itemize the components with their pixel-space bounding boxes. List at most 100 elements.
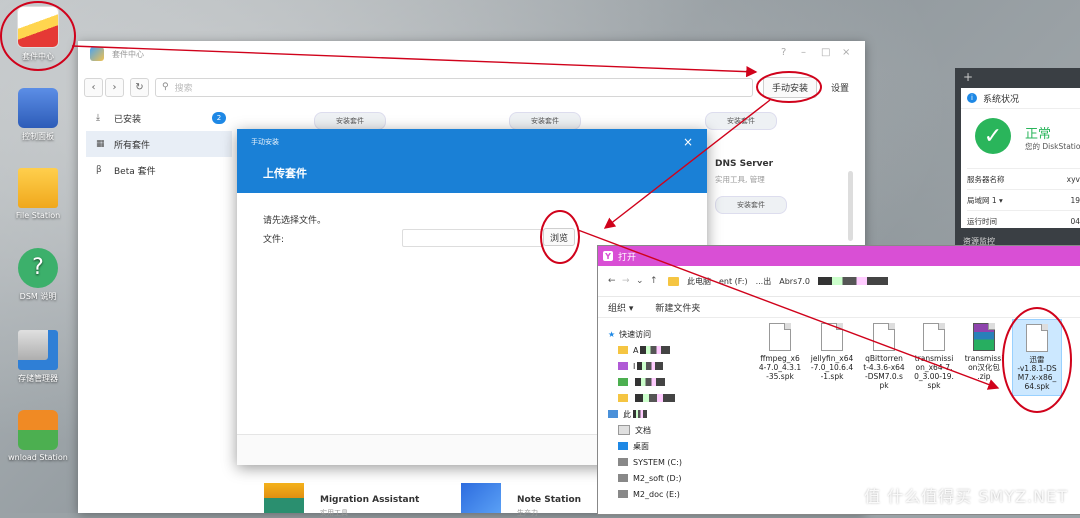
search-icon: ⚲ bbox=[162, 82, 169, 92]
tree-item-pinned[interactable] bbox=[608, 374, 748, 390]
refresh-button[interactable]: ↻ bbox=[130, 77, 149, 97]
new-folder-button[interactable]: 新建文件夹 bbox=[655, 301, 700, 314]
folder-icon bbox=[18, 168, 58, 208]
status-rows: 服务器名称 xyv 局域网 1 ▾ 19 运行时间 04 bbox=[967, 168, 1080, 231]
tree-item-pinned[interactable]: A bbox=[608, 342, 748, 358]
help-button[interactable]: ? bbox=[781, 47, 786, 58]
tree-item-drive-d[interactable]: M2_soft (D:) bbox=[608, 470, 748, 486]
drive-icon bbox=[618, 474, 628, 482]
row-value: 04 bbox=[1070, 216, 1080, 226]
file-item[interactable]: ffmpeg_x6 4-7.0_4.3.1 -35.spk bbox=[758, 323, 802, 381]
sidebar-item-label: 已安装 bbox=[114, 114, 142, 125]
sidebar-item-installed[interactable]: ⤓ 已安装 2 bbox=[86, 105, 232, 131]
redacted-text bbox=[640, 346, 671, 354]
install-package-button[interactable]: 安装套件 bbox=[715, 196, 787, 214]
tree-item-pinned[interactable] bbox=[608, 390, 748, 406]
back-arrow-icon[interactable]: ← bbox=[608, 276, 622, 286]
sidebar-item-all-packages[interactable]: ▦ 所有套件 bbox=[86, 131, 232, 157]
scrollbar[interactable] bbox=[848, 171, 853, 241]
browse-button[interactable]: 浏览 bbox=[543, 228, 576, 246]
desktop-icon-label: File Station bbox=[15, 211, 61, 220]
maximize-button[interactable]: □ bbox=[821, 47, 830, 58]
desktop-icon-download-station[interactable]: wnload Station bbox=[0, 410, 76, 462]
package-name: Migration Assistant bbox=[320, 495, 420, 505]
toolbar: ‹ › ↻ ⚲ 搜索 手动安装 设置 bbox=[84, 75, 859, 99]
folder-icon bbox=[618, 362, 628, 370]
organize-button[interactable]: 组织 ▾ bbox=[608, 301, 633, 314]
refresh-icon: ↻ bbox=[135, 81, 144, 93]
file-name-line: spk bbox=[927, 381, 941, 390]
folder-icon bbox=[668, 276, 679, 286]
file-name-line: 0_3.00-19. bbox=[914, 372, 954, 381]
tree-item-label: 文档 bbox=[635, 425, 651, 435]
redacted-text bbox=[633, 410, 647, 418]
desktop-icon-dsm-help[interactable]: ? DSM 说明 bbox=[0, 248, 76, 302]
download-icon: ⤓ bbox=[96, 113, 100, 123]
add-widget-icon[interactable]: + bbox=[963, 70, 973, 84]
close-button[interactable]: × bbox=[842, 47, 850, 58]
dialog-close-button[interactable]: × bbox=[683, 135, 693, 149]
system-status-card: i 系统状况 ✓ 正常 您的 DiskStatio 服务器名称 xyv 局域网 1… bbox=[961, 88, 1080, 228]
file-label: 文件: bbox=[263, 235, 285, 245]
desktop-icon-storage-manager[interactable]: 存储管理器 bbox=[0, 330, 76, 384]
redacted-text bbox=[635, 378, 665, 386]
file-item[interactable]: transmissi on汉化包 .zip bbox=[962, 323, 1006, 381]
search-input[interactable]: ⚲ 搜索 bbox=[155, 77, 753, 97]
desktop-icon-file-station[interactable]: File Station bbox=[0, 168, 76, 220]
breadcrumb[interactable]: 此电脑 ent (F:) ...出 Abrs7.0 bbox=[668, 276, 888, 287]
recent-dropdown-icon[interactable]: ⌄ bbox=[636, 276, 650, 286]
drive-icon bbox=[618, 458, 628, 466]
desktop-icon-control-panel[interactable]: 控制面板 bbox=[0, 88, 76, 142]
file-item[interactable]: qBittorren t-4.3.6-x64 -DSM7.0.s pk bbox=[862, 323, 906, 390]
file-item[interactable]: transmissi on_x64-7. 0_3.00-19. spk bbox=[912, 323, 956, 390]
file-name-line: -7.0_10.6.4 bbox=[810, 363, 854, 372]
minimize-button[interactable]: – bbox=[801, 47, 806, 58]
file-item-selected[interactable]: 迅雷 -v1.8.1-DS M7.x-x86_ 64.spk bbox=[1012, 319, 1062, 396]
desktop-icon-package-center[interactable]: 套件中心 bbox=[0, 6, 76, 62]
desktop-icon-label: 套件中心 bbox=[22, 52, 54, 61]
back-button[interactable]: ‹ bbox=[84, 77, 103, 97]
tree-item-documents[interactable]: 文档 bbox=[608, 422, 748, 438]
install-package-button[interactable]: 安装套件 bbox=[314, 112, 386, 130]
file-name-line: on_x64-7. bbox=[915, 363, 953, 372]
dialog-header: 手动安装 上传套件 × bbox=[237, 129, 707, 193]
tree-item-desktop[interactable]: 桌面 bbox=[608, 438, 748, 454]
sidebar-item-beta[interactable]: β Beta 套件 bbox=[86, 157, 232, 183]
breadcrumb-item[interactable]: Abrs7.0 bbox=[779, 277, 810, 286]
package-category: 实用工具 bbox=[320, 509, 348, 517]
breadcrumb-item[interactable]: 此电脑 bbox=[687, 276, 711, 287]
redacted-text bbox=[637, 362, 664, 370]
file-item[interactable]: jellyfin_x64 -7.0_10.6.4 -1.spk bbox=[810, 323, 854, 381]
grid-icon: ▦ bbox=[96, 139, 105, 149]
row-label[interactable]: 局域网 1 ▾ bbox=[967, 195, 1003, 206]
computer-icon bbox=[608, 410, 618, 418]
help-icon: ? bbox=[18, 248, 58, 288]
tree-item-drive-e[interactable]: M2_doc (E:) bbox=[608, 486, 748, 502]
breadcrumb-item[interactable]: ...出 bbox=[756, 276, 772, 287]
tree-item-quick-access[interactable]: ★ 快速访问 bbox=[608, 326, 748, 342]
tree-item-label: M2_soft (D:) bbox=[633, 473, 682, 483]
manual-install-label: 手动安装 bbox=[772, 83, 809, 94]
settings-button[interactable]: 设置 bbox=[823, 78, 857, 97]
status-row: 运行时间 04 bbox=[967, 210, 1080, 231]
sidebar-item-label: Beta 套件 bbox=[114, 166, 156, 177]
browse-label: 浏览 bbox=[550, 233, 569, 244]
manual-install-button[interactable]: 手动安装 bbox=[763, 76, 818, 98]
forward-button[interactable]: › bbox=[105, 77, 124, 97]
tree-item-this-pc[interactable]: 此 bbox=[608, 406, 748, 422]
file-icon bbox=[923, 323, 945, 351]
status-card-header: i 系统状况 bbox=[961, 88, 1080, 109]
install-package-button[interactable]: 安装套件 bbox=[509, 112, 581, 130]
tree-item-drive-c[interactable]: SYSTEM (C:) bbox=[608, 454, 748, 470]
install-package-button[interactable]: 安装套件 bbox=[705, 112, 777, 130]
up-arrow-icon[interactable]: ↑ bbox=[650, 276, 664, 286]
forward-arrow-icon[interactable]: → bbox=[622, 276, 636, 286]
file-dialog-titlebar: Y 打开 bbox=[598, 246, 1080, 266]
breadcrumb-item[interactable]: ent (F:) bbox=[719, 277, 748, 286]
dialog-small-title: 手动安装 bbox=[251, 138, 279, 146]
tree-item-pinned[interactable]: I bbox=[608, 358, 748, 374]
file-icon bbox=[1026, 324, 1048, 352]
dialog-title: 上传套件 bbox=[263, 167, 307, 180]
file-path-input[interactable] bbox=[402, 229, 544, 247]
file-open-dialog: Y 打开 ← → ⌄ ↑ 此电脑 ent (F:) ...出 Abrs7.0 组… bbox=[597, 245, 1080, 515]
